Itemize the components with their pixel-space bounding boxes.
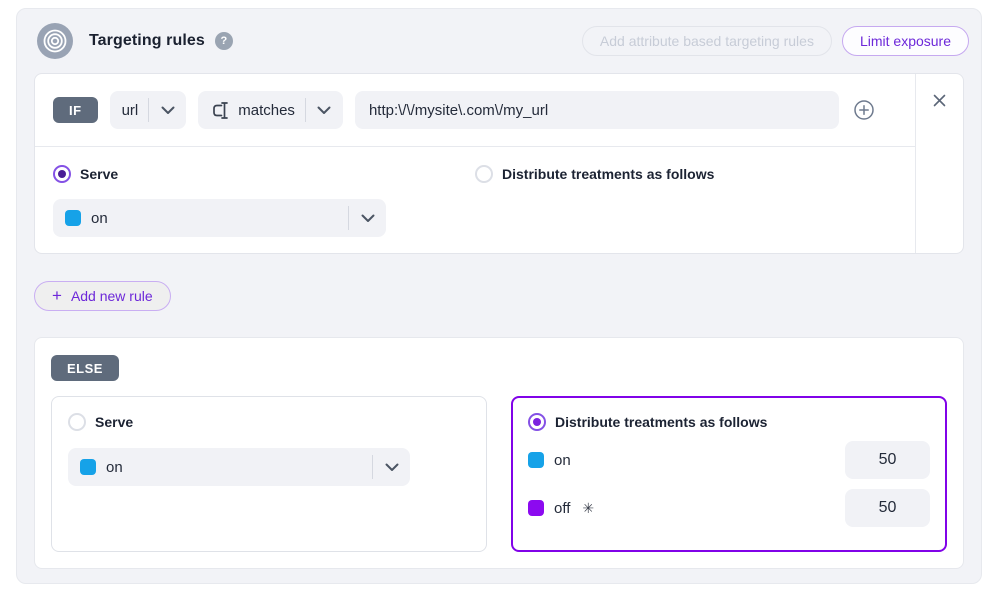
asterisk-icon: ✳ xyxy=(582,500,594,517)
panel-header: Targeting rules ? Add attribute based ta… xyxy=(17,9,981,73)
else-options-grid: Serve on Distribute treatments as follo xyxy=(51,396,947,552)
treatment-row-off: off ✳ xyxy=(528,489,930,527)
plus-icon: + xyxy=(52,287,62,304)
limit-exposure-button[interactable]: Limit exposure xyxy=(842,26,969,56)
else-serve-box[interactable]: Serve on xyxy=(51,396,487,552)
treatment-off-percent-input[interactable] xyxy=(845,489,930,527)
rule-main: IF url matches xyxy=(35,74,915,253)
distribute-option[interactable]: Distribute treatments as follows xyxy=(475,165,714,183)
else-distribute-option[interactable]: Distribute treatments as follows xyxy=(528,413,930,431)
page-title: Targeting rules xyxy=(89,32,205,50)
else-serve-radio-unselected[interactable] xyxy=(68,413,86,431)
treatment-off-swatch xyxy=(528,500,544,516)
else-distribute-option-label: Distribute treatments as follows xyxy=(555,414,767,430)
attribute-select[interactable]: url xyxy=(110,91,187,129)
serve-mode-options: Serve Distribute treatments as follows xyxy=(53,165,897,183)
else-treatment-select-value: on xyxy=(106,459,123,476)
matcher-select[interactable]: matches xyxy=(198,91,343,129)
else-distribute-box[interactable]: Distribute treatments as follows on off … xyxy=(511,396,947,552)
add-new-rule-button[interactable]: + Add new rule xyxy=(34,281,171,311)
chevron-down-icon xyxy=(305,98,343,122)
matcher-select-value: matches xyxy=(238,102,305,119)
close-x-icon[interactable] xyxy=(932,93,947,109)
else-serve-option-label: Serve xyxy=(95,414,133,430)
serve-option[interactable]: Serve xyxy=(53,165,475,183)
distribute-option-label: Distribute treatments as follows xyxy=(502,166,714,182)
treatment-on-swatch xyxy=(80,459,96,475)
if-badge: IF xyxy=(53,97,98,123)
treatment-name: on xyxy=(554,452,571,469)
treatment-on-swatch xyxy=(528,452,544,468)
distribute-radio-unselected[interactable] xyxy=(475,165,493,183)
serve-option-label: Serve xyxy=(80,166,118,182)
else-serve-option[interactable]: Serve xyxy=(68,413,470,431)
treatment-name: off xyxy=(554,500,570,517)
serve-radio-selected[interactable] xyxy=(53,165,71,183)
else-rule-card: ELSE Serve on xyxy=(34,337,964,569)
rule-serve-section: Serve Distribute treatments as follows o… xyxy=(35,147,915,254)
else-badge: ELSE xyxy=(51,355,119,381)
chevron-down-icon xyxy=(148,98,186,122)
rule-condition-row: IF url matches xyxy=(35,74,915,147)
else-treatment-select[interactable]: on xyxy=(68,448,410,486)
add-new-rule-label: Add new rule xyxy=(71,288,153,304)
rule-close-column xyxy=(915,74,963,253)
targeting-rules-panel: Targeting rules ? Add attribute based ta… xyxy=(16,8,982,584)
target-rings-icon xyxy=(37,23,73,59)
add-rule-row: + Add new rule xyxy=(34,281,964,311)
else-distribute-radio-selected[interactable] xyxy=(528,413,546,431)
treatment-on-swatch xyxy=(65,210,81,226)
treatment-row-on: on xyxy=(528,441,930,479)
treatment-on-percent-input[interactable] xyxy=(845,441,930,479)
help-icon[interactable]: ? xyxy=(215,32,233,50)
treatment-select-value: on xyxy=(91,210,108,227)
text-cursor-box-icon xyxy=(210,100,231,121)
plus-circle-icon[interactable] xyxy=(853,99,875,121)
chevron-down-icon xyxy=(372,455,410,479)
add-attribute-rules-button[interactable]: Add attribute based targeting rules xyxy=(582,26,832,56)
attribute-select-value: url xyxy=(122,102,149,119)
targeting-rule-card: IF url matches xyxy=(34,73,964,254)
matcher-value-input[interactable] xyxy=(355,91,839,129)
treatment-select[interactable]: on xyxy=(53,199,386,237)
chevron-down-icon xyxy=(348,206,386,230)
